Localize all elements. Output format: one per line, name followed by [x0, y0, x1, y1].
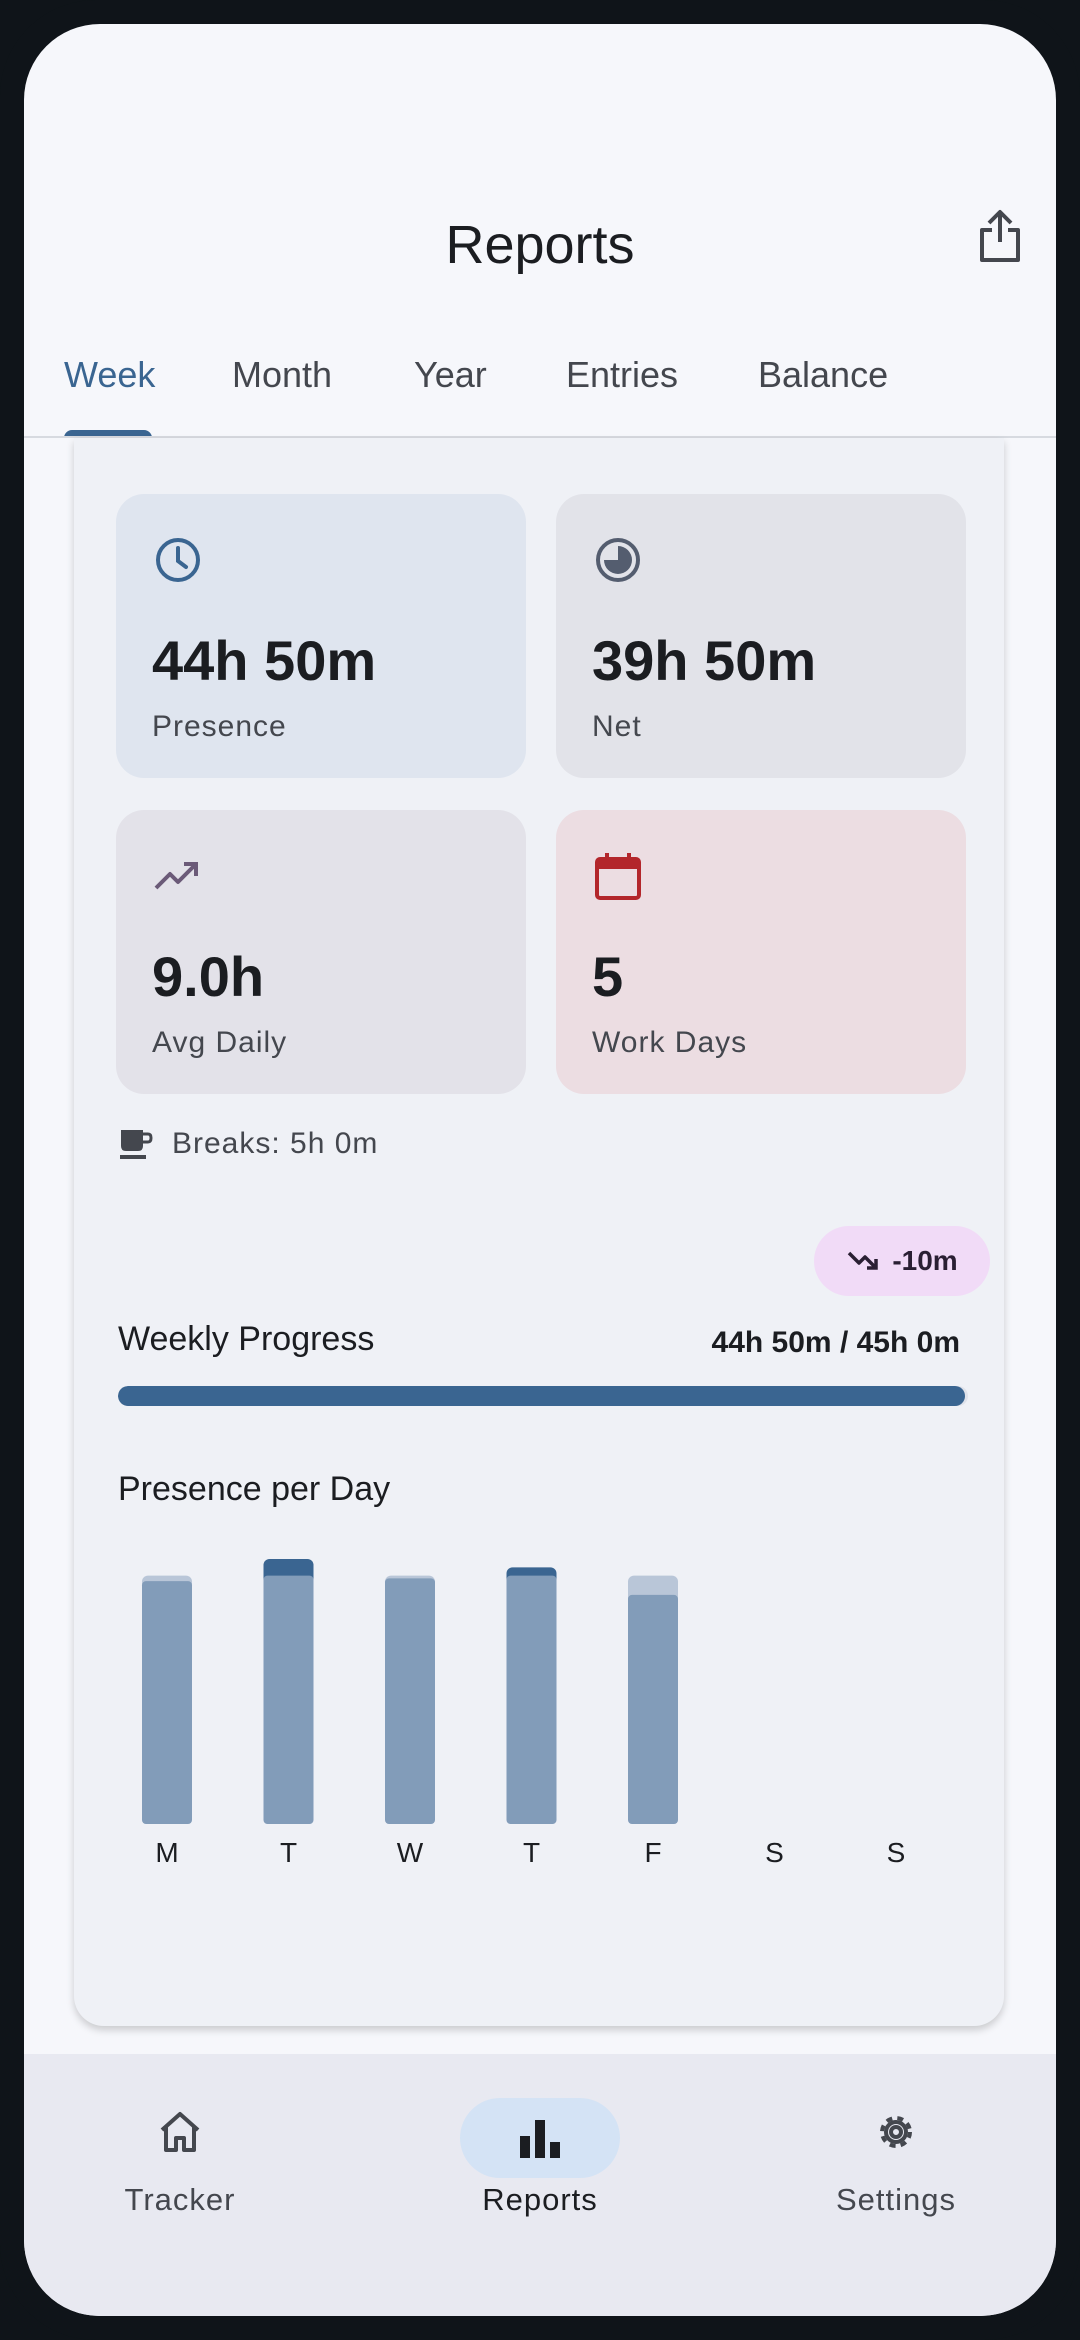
tab-bar: Week Month Year Entries Balance: [24, 342, 1056, 438]
breaks-text: Breaks: 5h 0m: [172, 1127, 379, 1160]
bar-presence: [263, 1575, 314, 1824]
tab-year[interactable]: Year: [414, 354, 487, 396]
app-screen: Reports Week Month Year Entries Balance: [24, 24, 1056, 2316]
delta-chip: -10m: [814, 1226, 990, 1296]
nav-settings[interactable]: Settings: [806, 2084, 986, 2264]
stat-presence: 44h 50m Presence: [116, 494, 526, 778]
presence-per-day-chart: MTWTFSS: [142, 1559, 906, 1868]
net-value: 39h 50m: [592, 629, 817, 692]
nav-settings-label: Settings: [835, 2182, 956, 2217]
pie-chart-icon: [596, 538, 640, 582]
nav-tracker-label: Tracker: [124, 2182, 236, 2217]
weekly-progress-fill: [118, 1386, 965, 1406]
work-days-value: 5: [592, 945, 624, 1008]
x-tick-label: S: [765, 1837, 784, 1868]
avg-daily-label: Avg Daily: [152, 1026, 288, 1059]
nav-reports-label: Reports: [482, 2182, 598, 2217]
bottom-nav: Tracker Reports Settings: [24, 2054, 1056, 2316]
work-days-label: Work Days: [592, 1026, 748, 1059]
home-icon: [160, 2112, 200, 2152]
bar-presence: [385, 1578, 435, 1824]
nav-tracker[interactable]: Tracker: [100, 2084, 260, 2264]
presence-label: Presence: [152, 710, 287, 743]
device-frame: Reports Week Month Year Entries Balance: [0, 0, 1080, 2340]
x-tick-label: T: [280, 1837, 297, 1868]
bar-presence: [628, 1594, 678, 1824]
week-report-card: 44h 50m Presence 39h 50m Net 9.0h Avg Da…: [74, 438, 1004, 2026]
trending-down-icon: [848, 1251, 879, 1270]
x-tick-label: M: [155, 1837, 178, 1868]
x-tick-label: S: [887, 1837, 906, 1868]
clock-icon: [156, 538, 200, 582]
weekly-progress-bar: [118, 1386, 968, 1406]
share-button[interactable]: [970, 196, 1030, 276]
avg-daily-value: 9.0h: [152, 945, 265, 1008]
stat-work-days: 5 Work Days: [556, 810, 966, 1094]
x-tick-label: T: [523, 1837, 540, 1868]
gear-icon: [880, 2116, 912, 2148]
share-icon: [980, 210, 1020, 262]
weekly-progress-value: 44h 50m / 45h 0m: [711, 1326, 960, 1359]
bar-presence: [506, 1575, 557, 1824]
tab-week[interactable]: Week: [64, 354, 155, 396]
stat-net: 39h 50m Net: [556, 494, 966, 778]
presence-value: 44h 50m: [152, 629, 377, 692]
page-title: Reports: [445, 215, 635, 275]
trending-up-icon: [154, 862, 198, 890]
weekly-progress-label: Weekly Progress: [118, 1320, 375, 1358]
chart-title: Presence per Day: [118, 1470, 391, 1508]
breaks-summary: Breaks: 5h 0m: [118, 1126, 378, 1162]
tab-month[interactable]: Month: [232, 354, 332, 396]
stat-avg-daily: 9.0h Avg Daily: [116, 810, 526, 1094]
tab-balance[interactable]: Balance: [758, 354, 888, 396]
x-tick-label: F: [644, 1837, 661, 1868]
delta-text: -10m: [892, 1245, 958, 1276]
bar-chart-icon: [520, 2120, 560, 2158]
coffee-icon: [120, 1130, 153, 1159]
bar-presence: [142, 1581, 192, 1824]
tab-entries[interactable]: Entries: [566, 354, 678, 396]
nav-reports[interactable]: Reports: [460, 2084, 620, 2264]
net-label: Net: [592, 710, 642, 743]
x-tick-label: W: [397, 1837, 424, 1868]
calendar-icon: [595, 853, 641, 900]
